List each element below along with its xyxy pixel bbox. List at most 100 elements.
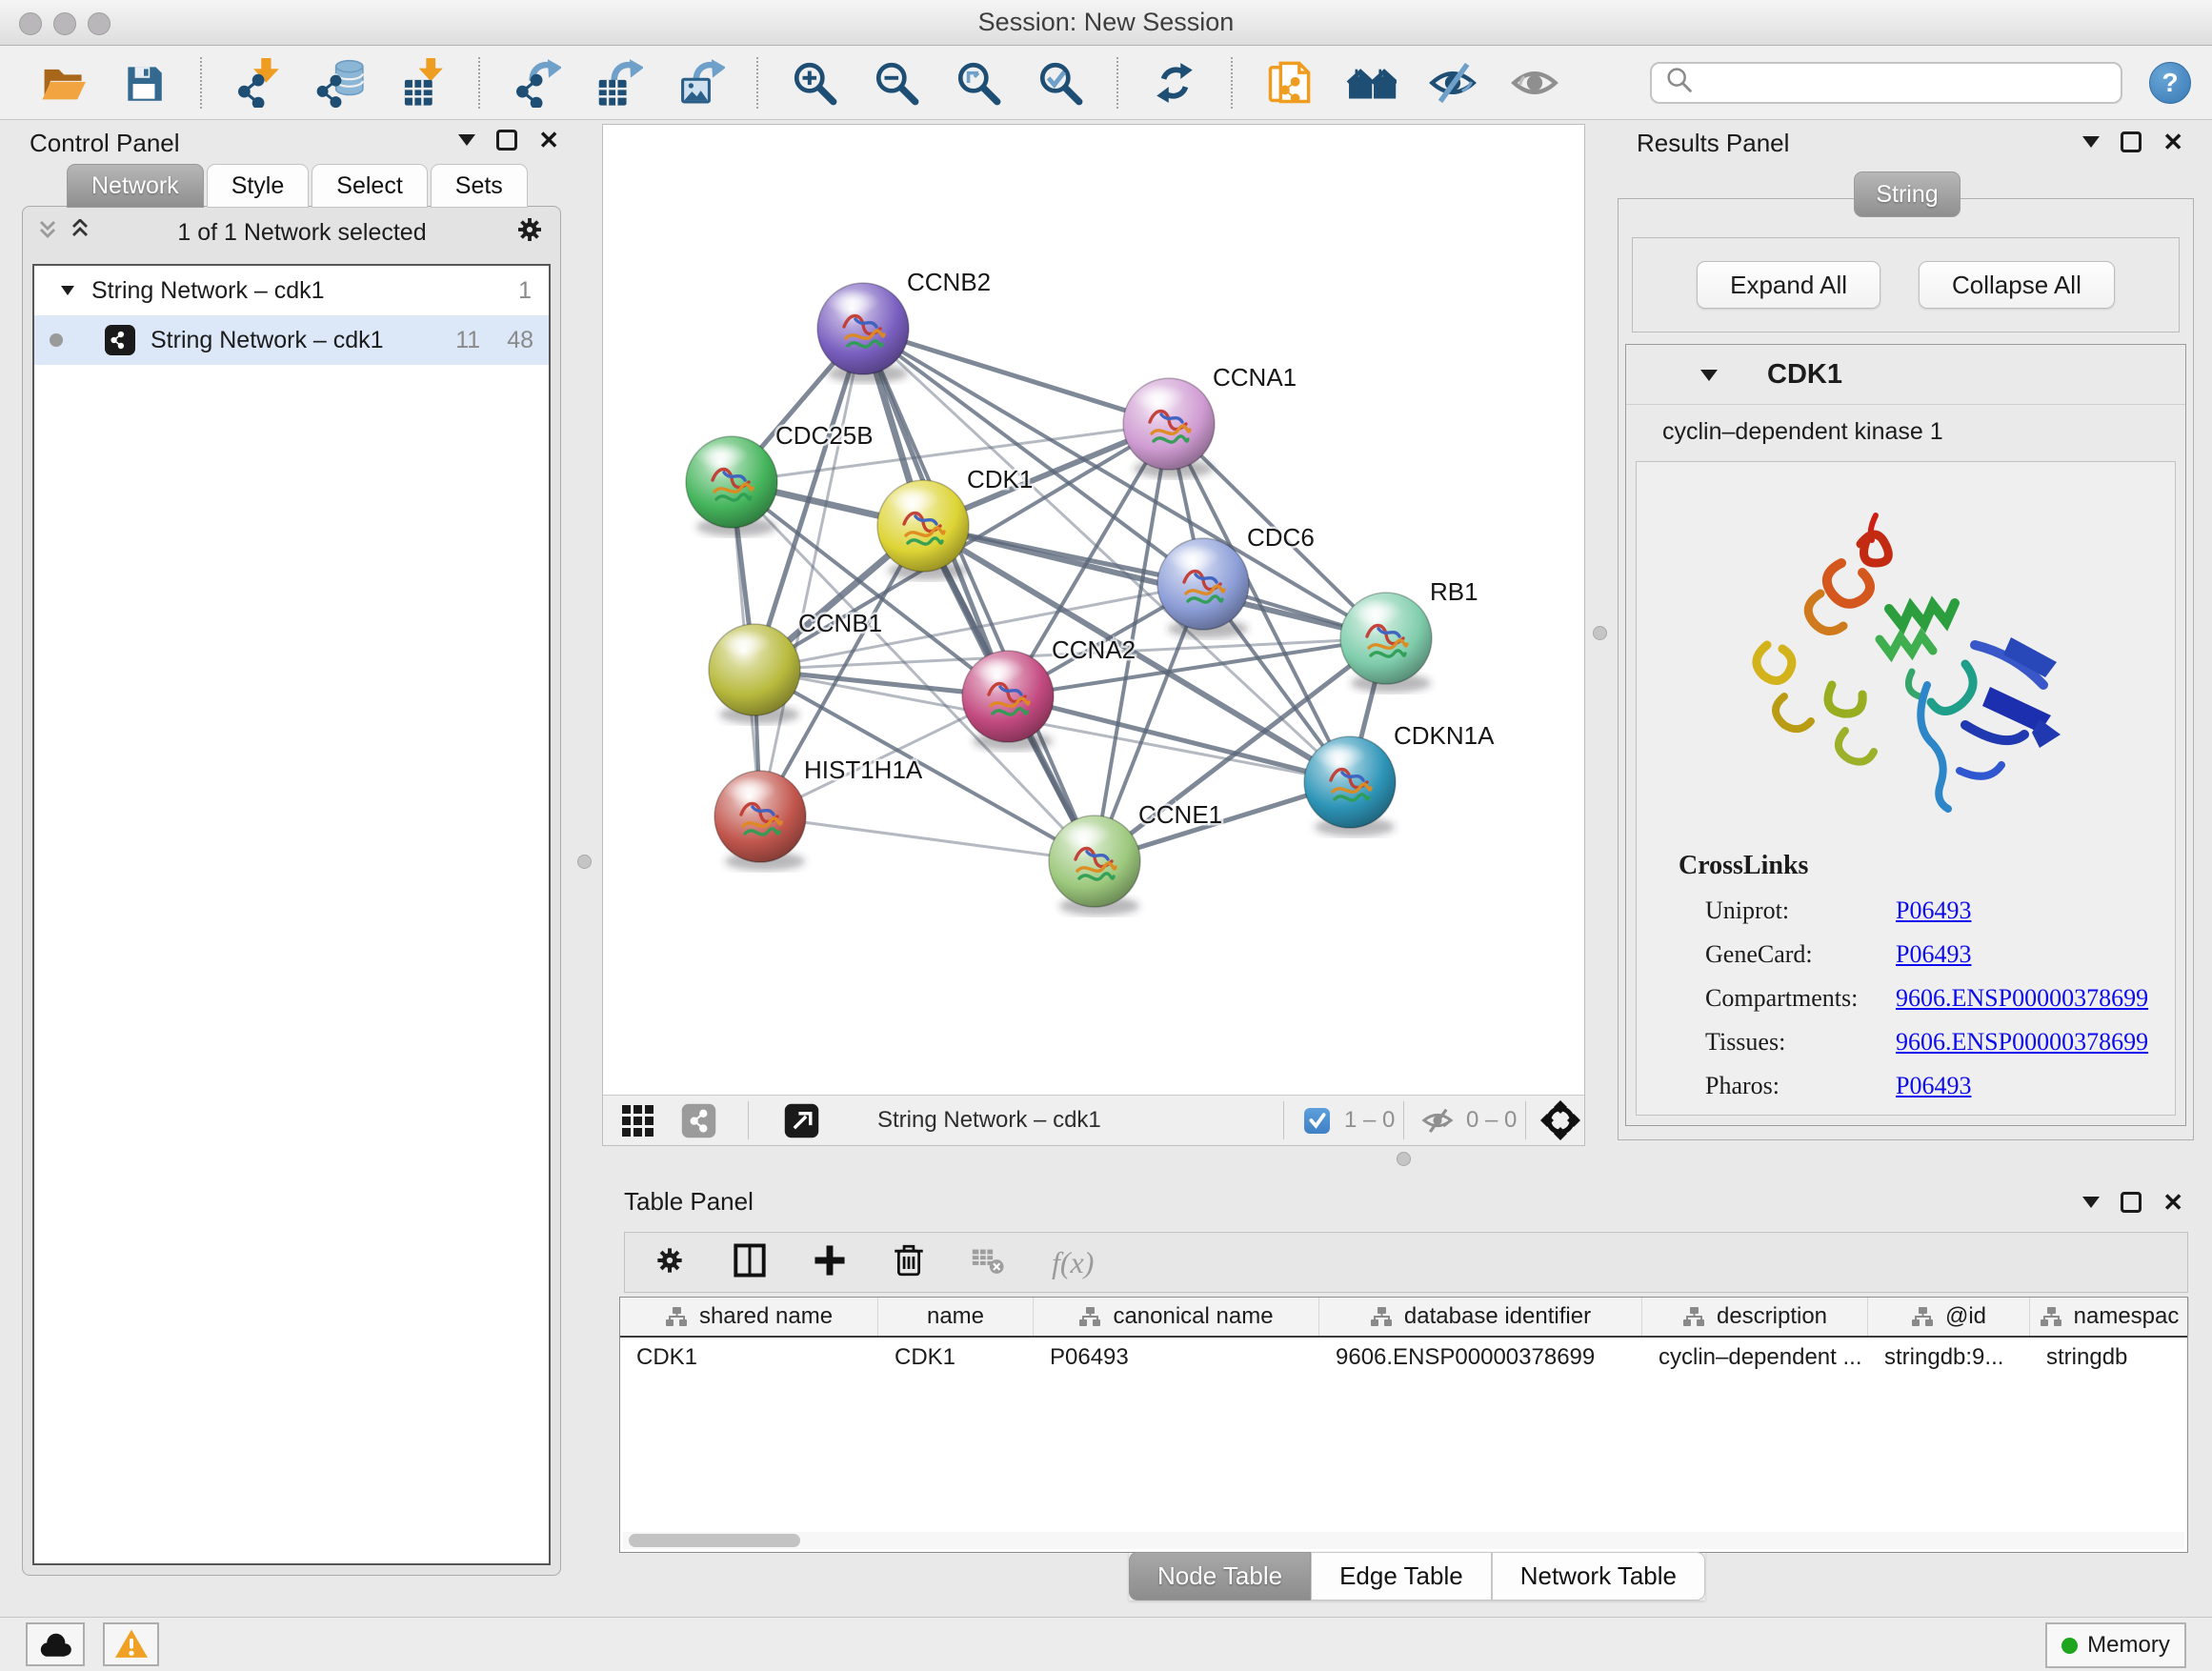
crosslink-link[interactable]: 9606.ENSP00000378699	[1896, 1028, 2148, 1057]
table-cell[interactable]: 9606.ENSP00000378699	[1319, 1338, 1642, 1378]
network-row[interactable]: String Network – cdk1 11 48	[34, 315, 549, 365]
crosslink-link[interactable]: P06493	[1896, 1072, 1971, 1100]
network-node-HIST1H1A[interactable]	[714, 771, 806, 871]
show-graphics-icon[interactable]	[1509, 57, 1560, 109]
export-image-icon[interactable]	[674, 57, 726, 109]
zoom-fit-icon[interactable]	[953, 57, 1004, 109]
network-edge[interactable]	[923, 526, 1386, 638]
crosslink-link[interactable]: 9606.ENSP00000378699	[1896, 984, 2148, 1013]
network-collection-row[interactable]: String Network – cdk1 1	[34, 266, 549, 315]
table-cell[interactable]: stringdb:9...	[1868, 1338, 2030, 1378]
tab-string[interactable]: String	[1854, 171, 1961, 217]
section-expander-icon[interactable]	[1700, 370, 1718, 381]
tab-style[interactable]: Style	[207, 164, 310, 208]
table-horizontal-scrollbar[interactable]	[623, 1532, 2184, 1549]
zoom-out-icon[interactable]	[871, 57, 922, 109]
close-window-button[interactable]	[19, 12, 42, 35]
network-edge[interactable]	[863, 329, 1169, 424]
zoom-selected-icon[interactable]	[1035, 57, 1086, 109]
save-session-icon[interactable]	[118, 57, 170, 109]
export-table-icon[interactable]	[593, 57, 644, 109]
float-panel-icon[interactable]	[2121, 1192, 2142, 1213]
selected-checkbox[interactable]	[1304, 1096, 1330, 1145]
column-header-database-identifier[interactable]: database identifier	[1319, 1298, 1642, 1336]
table-row[interactable]: CDK1CDK1P064939606.ENSP00000378699cyclin…	[620, 1338, 2187, 1378]
zoom-in-icon[interactable]	[789, 57, 840, 109]
minimize-window-button[interactable]	[53, 12, 76, 35]
close-panel-icon[interactable]: ✕	[538, 128, 559, 152]
close-panel-icon[interactable]: ✕	[2162, 1190, 2183, 1215]
close-panel-icon[interactable]: ✕	[2162, 130, 2183, 154]
splitter-handle[interactable]	[577, 855, 592, 869]
column-header-namespac[interactable]: namespac	[2030, 1298, 2189, 1336]
tab-sets[interactable]: Sets	[431, 164, 528, 208]
open-in-new-window-icon[interactable]	[784, 1096, 819, 1145]
network-canvas[interactable]: CCNB2CCNA1CDC25BCDK1CDC6RB1CCNB1CCNA2CDK…	[603, 125, 1584, 1096]
cloud-sync-button[interactable]	[26, 1622, 85, 1666]
memory-button[interactable]: Memory	[2045, 1622, 2186, 1668]
tab-node-table[interactable]: Node Table	[1129, 1552, 1311, 1601]
expand-all-networks-icon[interactable]	[69, 219, 91, 247]
homes-icon[interactable]	[1345, 57, 1397, 109]
network-node-CDK1[interactable]	[877, 480, 969, 580]
float-panel-icon[interactable]	[496, 130, 517, 151]
birds-eye-view-icon[interactable]	[1540, 1096, 1580, 1145]
panel-menu-icon[interactable]	[2082, 136, 2100, 148]
zoom-window-button[interactable]	[88, 12, 111, 35]
tab-network[interactable]: Network	[67, 164, 204, 208]
network-node-CCNE1[interactable]	[1049, 815, 1140, 916]
hidden-elements-icon[interactable]	[1418, 1096, 1457, 1145]
network-node-CDKN1A[interactable]	[1304, 736, 1396, 836]
string-import-icon[interactable]	[1263, 57, 1315, 109]
column-header-description[interactable]: description	[1642, 1298, 1868, 1336]
import-network-icon[interactable]	[232, 57, 284, 109]
export-network-icon[interactable]	[511, 57, 562, 109]
column-header-shared-name[interactable]: shared name	[620, 1298, 878, 1336]
search-box[interactable]	[1650, 62, 2122, 104]
table-cell[interactable]: stringdb	[2030, 1338, 2189, 1378]
splitter-handle[interactable]	[1593, 626, 1607, 640]
network-node-CCNB1[interactable]	[709, 624, 800, 724]
search-input[interactable]	[1696, 69, 2109, 97]
import-table-icon[interactable]	[396, 57, 448, 109]
warnings-button[interactable]	[103, 1622, 159, 1666]
delete-column-icon[interactable]	[892, 1241, 926, 1284]
crosslink-link[interactable]: P06493	[1896, 896, 1971, 925]
table-options-gear-icon[interactable]	[652, 1242, 688, 1283]
add-column-icon[interactable]	[812, 1242, 848, 1283]
import-database-icon[interactable]	[314, 57, 366, 109]
help-button[interactable]: ?	[2149, 62, 2191, 104]
crosslink-link[interactable]: P06493	[1896, 940, 1971, 969]
tab-select[interactable]: Select	[312, 164, 427, 208]
open-session-icon[interactable]	[36, 57, 88, 109]
column-header--id[interactable]: @id	[1868, 1298, 2030, 1336]
panel-menu-icon[interactable]	[458, 134, 475, 146]
table-cell[interactable]: P06493	[1034, 1338, 1319, 1378]
column-header-canonical-name[interactable]: canonical name	[1034, 1298, 1319, 1336]
tab-edge-table[interactable]: Edge Table	[1311, 1552, 1492, 1601]
node-result-header[interactable]: CDK1	[1626, 345, 2185, 405]
network-node-CDC6[interactable]	[1157, 538, 1249, 638]
scrollbar-thumb[interactable]	[629, 1534, 800, 1547]
table-cell[interactable]: CDK1	[878, 1338, 1034, 1378]
network-node-CCNA1[interactable]	[1123, 378, 1215, 478]
network-node-RB1[interactable]	[1340, 593, 1432, 693]
column-header-name[interactable]: name	[878, 1298, 1034, 1336]
collection-expander-icon[interactable]	[61, 286, 74, 295]
show-columns-icon[interactable]	[732, 1241, 768, 1284]
network-node-CDC25B[interactable]	[686, 436, 777, 536]
expand-all-button[interactable]: Expand All	[1697, 261, 1880, 309]
collapse-all-networks-icon[interactable]	[36, 219, 59, 247]
panel-menu-icon[interactable]	[2082, 1197, 2100, 1208]
tab-network-table[interactable]: Network Table	[1492, 1552, 1705, 1601]
network-options-gear-icon[interactable]	[513, 212, 547, 253]
hide-graphics-icon[interactable]	[1427, 57, 1478, 109]
network-edge[interactable]	[1008, 696, 1350, 782]
table-cell[interactable]: CDK1	[620, 1338, 878, 1378]
splitter-handle[interactable]	[1397, 1152, 1411, 1166]
refresh-icon[interactable]	[1149, 57, 1200, 109]
table-cell[interactable]: cyclin–dependent ...	[1642, 1338, 1868, 1378]
float-panel-icon[interactable]	[2121, 131, 2142, 152]
show-grid-icon[interactable]	[620, 1096, 654, 1145]
network-edge[interactable]	[760, 816, 1095, 861]
